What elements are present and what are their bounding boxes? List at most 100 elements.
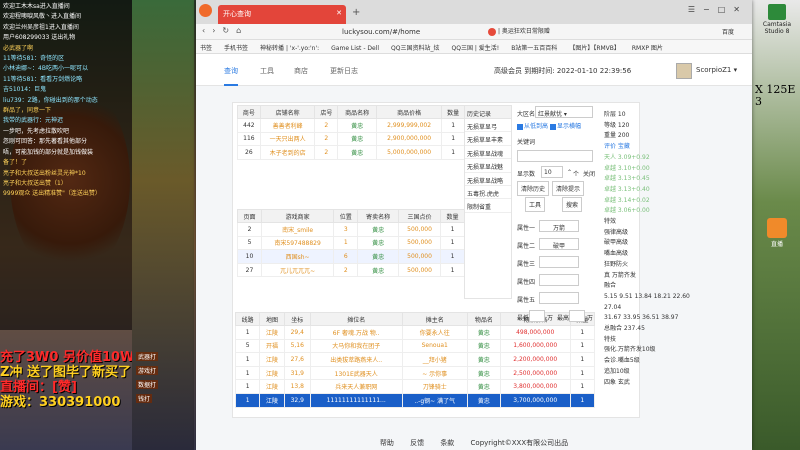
bookmark-item[interactable]: 手机书签 bbox=[224, 45, 248, 52]
table-cell: 你要永人往 bbox=[401, 325, 468, 340]
attribute-input[interactable] bbox=[539, 274, 579, 286]
table-cell: 1,600,000,000 bbox=[499, 338, 571, 354]
clear-history-button[interactable]: 清除历史 bbox=[517, 181, 550, 196]
chat-message: 欢迎程噢唳风敬丶进入直播间 bbox=[3, 13, 82, 21]
table-row[interactable]: 442 善善者利峰 2 黄忠 2,999,999,002 1 bbox=[237, 118, 465, 133]
column-header: 位置 bbox=[333, 209, 359, 223]
nav-tools[interactable]: 工具 bbox=[260, 66, 274, 76]
page-size-stepper[interactable]: ⌃ bbox=[567, 169, 572, 176]
table-cell: 11111111111111... bbox=[309, 392, 403, 408]
table-cell: 1 bbox=[441, 145, 465, 160]
nav-query[interactable]: 查询 bbox=[224, 66, 238, 86]
table-row[interactable]: 10 西国sh~ 6 黄忠 500,000 1 bbox=[237, 249, 465, 264]
history-panel: 历史记录 无损草显弓 无损草显丰素 无损草显战魂 无损草显战魅 无损草显战略 五毒拐.虎虎… bbox=[464, 105, 512, 299]
username[interactable]: ScorpioZ1 ▾ bbox=[696, 66, 737, 74]
table-row[interactable]: 1 江陵 13,8 兵来天人兼职网 刀锋骑士 黄忠 3,800,000,000 1 bbox=[234, 379, 596, 394]
stat-line: 融合 bbox=[604, 282, 617, 290]
table-row[interactable]: 27 兀儿兀兀兀~ 2 黄忠 500,000 1 bbox=[237, 262, 465, 278]
table-cell: 黄忠 bbox=[466, 352, 501, 367]
table-cell: 1 bbox=[234, 325, 261, 340]
nav-changelog[interactable]: 更新日志 bbox=[330, 66, 358, 76]
table-cell: 江陵 bbox=[259, 379, 285, 394]
page-size-input[interactable]: 10 bbox=[541, 166, 563, 178]
history-item[interactable]: 五毒拐.虎虎 bbox=[465, 186, 511, 200]
table-row[interactable]: 116 一天只出两人 2 黄忠 2,900,000,000 1 bbox=[237, 131, 465, 147]
table-row[interactable]: 5 南宋597488829 1 黄忠 500,000 1 bbox=[237, 235, 465, 251]
search-button[interactable]: 搜索 bbox=[562, 197, 583, 212]
desktop-app-icon[interactable]: 直播 bbox=[757, 218, 797, 248]
bookmark-item[interactable]: QQ三国 | 爱生活! bbox=[452, 45, 500, 52]
nav-shop[interactable]: 商店 bbox=[294, 66, 308, 76]
new-tab-icon[interactable]: + bbox=[352, 7, 360, 18]
clear-tips-button[interactable]: 清除提示 bbox=[552, 181, 585, 196]
table-cell: 5 bbox=[237, 235, 262, 251]
stat-line: 特技 bbox=[604, 335, 617, 343]
table-cell: 黄忠 bbox=[357, 249, 400, 264]
show-banner-checkbox[interactable]: 显示横幅 bbox=[549, 123, 581, 130]
attribute-label: 属性四 bbox=[517, 279, 536, 286]
close-tab-icon[interactable]: ✕ bbox=[336, 9, 342, 17]
keyword-input[interactable] bbox=[517, 150, 593, 162]
column-header: 线路 bbox=[234, 312, 261, 326]
attribute-input[interactable]: 破甲 bbox=[539, 238, 579, 250]
window-controls[interactable]: ☰−□✕ bbox=[688, 5, 748, 14]
bookmark-item[interactable]: 【图片】【RMVB】 bbox=[569, 45, 620, 52]
history-item[interactable]: 无损草显战略 bbox=[465, 173, 511, 186]
bookmark-item[interactable]: 书签 bbox=[200, 45, 212, 52]
table-cell: ..-g钢~ 满了气 bbox=[401, 392, 468, 408]
stat-line: 卓越 3.14+0.02 bbox=[604, 196, 650, 204]
bookmark-item[interactable]: QQ三国资料站_炫 bbox=[391, 45, 439, 52]
table-row[interactable]: 1 江陵 29,4 6F 奢魂.万战 物.. 你要永人往 黄忠 498,000,000 1 bbox=[234, 325, 596, 340]
history-item[interactable]: 限制省重 bbox=[465, 199, 511, 213]
min-input[interactable] bbox=[529, 310, 545, 322]
footer-help-link[interactable]: 帮助 bbox=[380, 439, 394, 447]
bookmark-item[interactable]: 神秘转播 | 'x-'.yo:'n': bbox=[260, 45, 319, 52]
tool-button[interactable]: 工具 bbox=[525, 197, 546, 212]
table-row[interactable]: 1 江陵 31,9 1301E武器天人 ~ 示你事 黄忠 2,500,000,000 1 bbox=[234, 365, 596, 381]
nav-buttons[interactable]: ‹›↻⌂ bbox=[202, 26, 248, 35]
table-row[interactable]: 1 江陵 27,6 出类拔萃路燕来人.. __拜小猪 黄忠 2,200,000,000 1 bbox=[234, 352, 596, 367]
footer-feedback-link[interactable]: 反馈 bbox=[410, 439, 424, 447]
close-label[interactable]: 关闭 bbox=[583, 169, 595, 178]
page-content: 查询 工具 商店 更新日志 高级会员 到期时间: 2022-01-10 22:3… bbox=[196, 56, 752, 450]
search-engine-label[interactable]: 百度 bbox=[722, 27, 734, 36]
stat-line: 评价 宝藏 bbox=[604, 143, 630, 151]
browser-tab[interactable]: 开心查询 ✕ bbox=[218, 5, 346, 24]
table-cell: 2,200,000,000 bbox=[499, 352, 571, 367]
history-item[interactable]: 无损草显战魅 bbox=[465, 159, 511, 173]
table-cell: 498,000,000 bbox=[499, 325, 571, 340]
bookmark-item[interactable]: B站第一五百百科 bbox=[511, 45, 557, 52]
table-row[interactable]: 26 木子老到的店 2 黄忠 5,000,000,000 1 bbox=[237, 145, 465, 160]
history-item[interactable]: 无损草显丰素 bbox=[465, 132, 511, 146]
bookmark-item[interactable]: RMXP 图片 bbox=[632, 45, 663, 52]
camtasia-desktop-icon[interactable]: Camtasia Studio 8 bbox=[757, 4, 797, 35]
column-header: 摊位名 bbox=[309, 312, 403, 326]
table-row[interactable]: 2 南宋_smile 3 黄忠 500,000 1 bbox=[237, 222, 465, 237]
server-select[interactable]: 红景献忧 ▾ bbox=[535, 106, 593, 118]
column-header: 数量 bbox=[440, 209, 465, 223]
chat-message: 我带的武器行：元神迟 bbox=[3, 117, 64, 125]
table-cell: 6 bbox=[333, 249, 359, 264]
table-row[interactable]: 1 江陵 32,9 11111111111111... ..-g钢~ 满了气 黄忠 3,70… bbox=[234, 392, 596, 408]
attribute-input[interactable]: 万箭 bbox=[539, 220, 579, 232]
url-field[interactable]: luckysou.com/#/home bbox=[342, 28, 420, 36]
history-item[interactable]: 无损草显弓 bbox=[465, 119, 511, 133]
browser-logo-icon[interactable] bbox=[199, 4, 212, 17]
history-item[interactable]: 无损草显战魂 bbox=[465, 146, 511, 160]
max-input[interactable] bbox=[569, 310, 585, 322]
page-size-unit: 个 bbox=[573, 171, 580, 178]
table-cell: 500,000 bbox=[398, 262, 442, 278]
attribute-input[interactable] bbox=[539, 256, 579, 268]
avatar[interactable] bbox=[676, 63, 692, 79]
attribute-label: 属性二 bbox=[517, 243, 536, 250]
promo-link[interactable]: | 奥运狂欢日常限赠 bbox=[498, 28, 550, 35]
chat-message: 欢迎兰州吴彦祖1进入直播间 bbox=[3, 23, 79, 31]
sort-asc-checkbox[interactable]: 从低到高 bbox=[517, 123, 548, 130]
bookmark-item[interactable]: Game List - Dell bbox=[331, 45, 379, 52]
table-cell: 木子老到的店 bbox=[259, 145, 316, 160]
table-row[interactable]: 5 开福 5,16 大马你和我在团子 Senoua1 黄忠 1,600,000,000 1 bbox=[234, 338, 596, 354]
stall-table: 线路地图坐标摊位名摊主名物品名物品价格数量1江陵29,46F 奢魂.万战 物..… bbox=[234, 312, 596, 408]
attribute-label: 属性一 bbox=[517, 225, 536, 232]
footer-terms-link[interactable]: 条款 bbox=[440, 439, 454, 447]
attribute-input[interactable] bbox=[539, 292, 579, 304]
